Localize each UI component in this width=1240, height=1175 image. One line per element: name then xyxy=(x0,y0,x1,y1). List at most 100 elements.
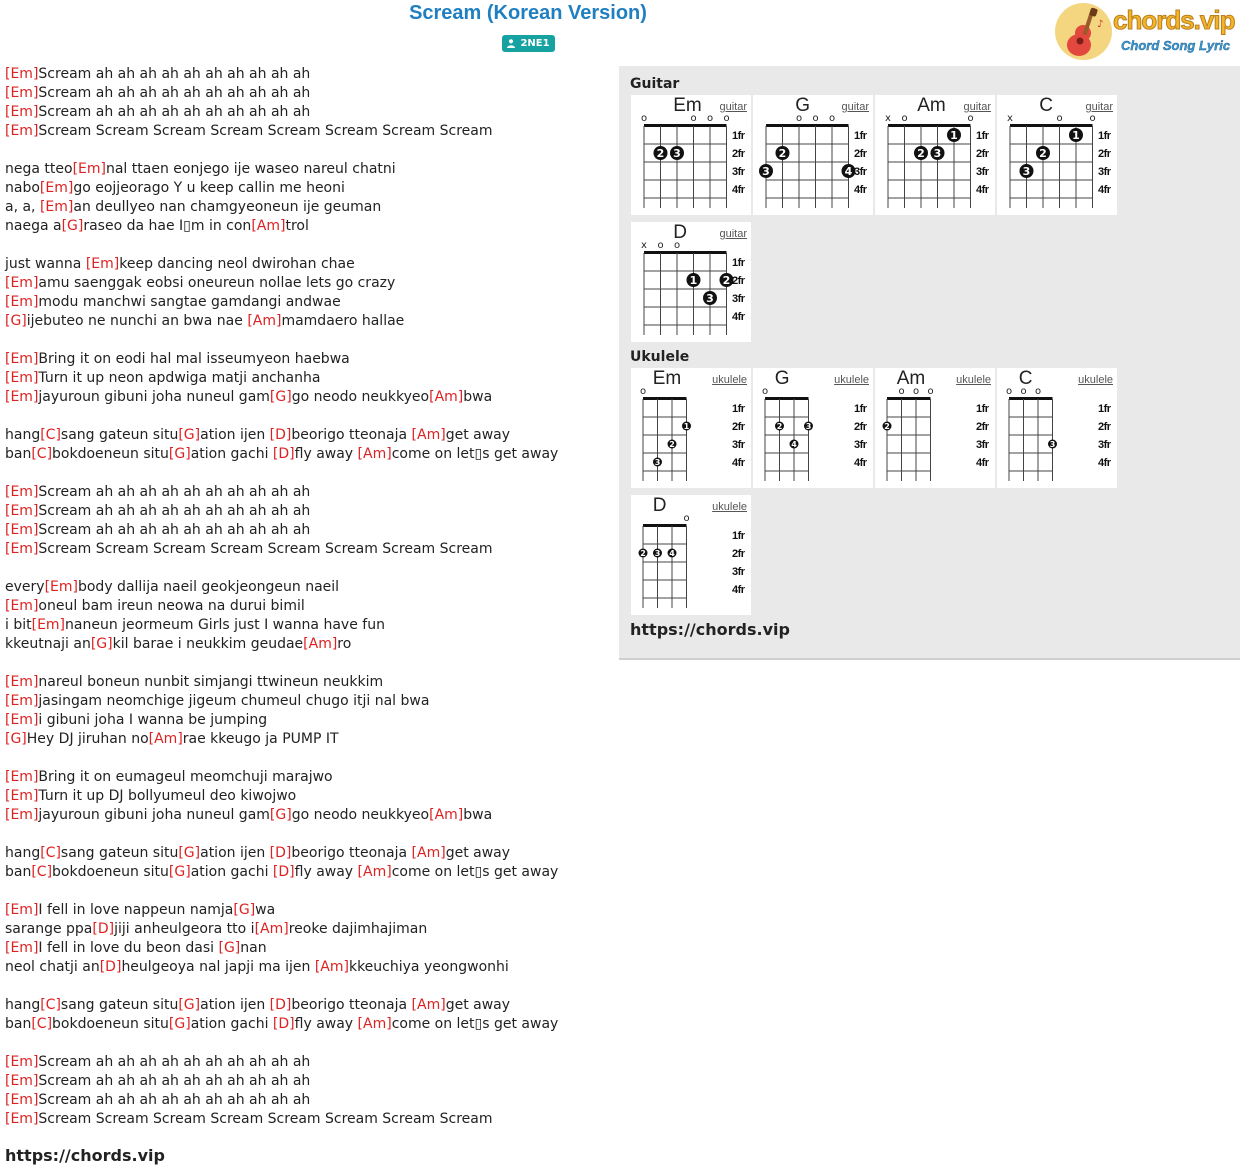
chord-c[interactable]: [C] xyxy=(40,845,61,861)
instrument-link[interactable]: guitar xyxy=(719,228,747,240)
chord-em[interactable]: [Em] xyxy=(40,199,73,215)
chord-g[interactable]: [G] xyxy=(233,902,255,918)
chord-d[interactable]: [D] xyxy=(270,997,292,1013)
chord-d[interactable]: [D] xyxy=(273,1016,295,1032)
chord-em[interactable]: [Em] xyxy=(5,104,38,120)
chord-em[interactable]: [Em] xyxy=(5,389,38,405)
panel-url[interactable]: https://chords.vip xyxy=(630,620,790,639)
chord-g[interactable]: [G] xyxy=(62,218,84,234)
chord-am[interactable]: [Am] xyxy=(429,807,463,823)
chord-g[interactable]: [G] xyxy=(270,389,292,405)
chord-em[interactable]: [Em] xyxy=(40,180,73,196)
chord-d[interactable]: [D] xyxy=(273,864,295,880)
chord-am[interactable]: [Am] xyxy=(149,731,183,747)
chord-em[interactable]: [Em] xyxy=(5,351,38,367)
ukulele-chord-g[interactable]: o 2 4 3 1fr 2fr 3fr 4fr Gukulele xyxy=(753,368,873,488)
instrument-link[interactable]: ukulele xyxy=(834,374,869,386)
chord-em[interactable]: [Em] xyxy=(45,579,78,595)
chord-am[interactable]: [Am] xyxy=(429,389,463,405)
lyric-line: hang[C]sang gateun situ[G]ation ijen [D]… xyxy=(5,844,605,863)
chord-em[interactable]: [Em] xyxy=(86,256,119,272)
chord-em[interactable]: [Em] xyxy=(5,66,38,82)
instrument-link[interactable]: guitar xyxy=(841,101,869,113)
guitar-chord-c[interactable]: x o o 3 2 1 1fr 2fr 3fr 4fr Cguitar xyxy=(997,95,1117,215)
chord-c[interactable]: [C] xyxy=(40,427,61,443)
chord-em[interactable]: [Em] xyxy=(5,807,38,823)
chord-em[interactable]: [Em] xyxy=(5,693,38,709)
lyric-text: hang xyxy=(5,845,41,861)
chord-em[interactable]: [Em] xyxy=(5,940,38,956)
chord-em[interactable]: [Em] xyxy=(5,769,38,785)
instrument-link[interactable]: ukulele xyxy=(712,501,747,513)
chord-d[interactable]: [D] xyxy=(100,959,122,975)
instrument-link[interactable]: guitar xyxy=(963,101,991,113)
chord-d[interactable]: [D] xyxy=(92,921,114,937)
chord-am[interactable]: [Am] xyxy=(358,864,392,880)
chord-c[interactable]: [C] xyxy=(31,1016,52,1032)
chord-em[interactable]: [Em] xyxy=(5,370,38,386)
ukulele-chord-d[interactable]: o 2 3 4 1fr 2fr 3fr 4fr Dukulele xyxy=(631,495,751,615)
instrument-link[interactable]: ukulele xyxy=(956,374,991,386)
chord-em[interactable]: [Em] xyxy=(5,902,38,918)
chord-em[interactable]: [Em] xyxy=(5,484,38,500)
chord-g[interactable]: [G] xyxy=(169,1016,191,1032)
chord-em[interactable]: [Em] xyxy=(5,788,38,804)
chord-am[interactable]: [Am] xyxy=(412,997,446,1013)
chord-em[interactable]: [Em] xyxy=(5,541,38,557)
chord-g[interactable]: [G] xyxy=(5,731,27,747)
chord-am[interactable]: [Am] xyxy=(303,636,337,652)
ukulele-chord-am[interactable]: o o o 2 1fr 2fr 3fr 4fr Am ukulele xyxy=(875,368,995,488)
chord-g[interactable]: [G] xyxy=(91,636,113,652)
chord-am[interactable]: [Am] xyxy=(412,845,446,861)
chord-g[interactable]: [G] xyxy=(178,845,200,861)
chord-am[interactable]: [Am] xyxy=(247,313,281,329)
instrument-link[interactable]: guitar xyxy=(1085,101,1113,113)
instrument-link[interactable]: ukulele xyxy=(712,374,747,386)
chord-g[interactable]: [G] xyxy=(270,807,292,823)
chord-d[interactable]: [D] xyxy=(270,427,292,443)
chord-em[interactable]: [Em] xyxy=(5,674,38,690)
chord-g[interactable]: [G] xyxy=(169,864,191,880)
chord-c[interactable]: [C] xyxy=(40,997,61,1013)
guitar-chord-g[interactable]: o o o 3 2 4 1fr 2fr 3fr 4fr Gguitar xyxy=(753,95,873,215)
chord-em[interactable]: [Em] xyxy=(5,275,38,291)
chord-em[interactable]: [Em] xyxy=(5,1054,38,1070)
chord-em[interactable]: [Em] xyxy=(32,617,65,633)
chord-am[interactable]: [Am] xyxy=(412,427,446,443)
chord-am[interactable]: [Am] xyxy=(315,959,349,975)
chord-g[interactable]: [G] xyxy=(219,940,241,956)
chord-em[interactable]: [Em] xyxy=(5,294,38,310)
chord-am[interactable]: [Am] xyxy=(251,218,285,234)
chord-c[interactable]: [C] xyxy=(31,446,52,462)
chord-g[interactable]: [G] xyxy=(5,313,27,329)
chord-em[interactable]: [Em] xyxy=(5,1073,38,1089)
chord-em[interactable]: [Em] xyxy=(5,123,38,139)
footer-url[interactable]: https://chords.vip xyxy=(5,1146,165,1165)
chord-em[interactable]: [Em] xyxy=(5,503,38,519)
chord-em[interactable]: [Em] xyxy=(73,161,106,177)
chord-em[interactable]: [Em] xyxy=(5,598,38,614)
chord-g[interactable]: [G] xyxy=(178,997,200,1013)
chord-em[interactable]: [Em] xyxy=(5,1111,38,1127)
chord-d[interactable]: [D] xyxy=(273,446,295,462)
chord-am[interactable]: [Am] xyxy=(255,921,289,937)
chord-g[interactable]: [G] xyxy=(169,446,191,462)
ukulele-chord-c[interactable]: o o o 3 1fr 2fr 3fr 4fr Cukulele xyxy=(997,368,1117,488)
chord-am[interactable]: [Am] xyxy=(358,446,392,462)
site-logo[interactable]: ♪ chords.vip Chord Song Lyric xyxy=(1055,3,1236,63)
chord-em[interactable]: [Em] xyxy=(5,712,38,728)
chord-em[interactable]: [Em] xyxy=(5,85,38,101)
guitar-chord-em[interactable]: o o o o 2 3 1fr 2fr 3fr 4fr Em guitar xyxy=(631,95,751,215)
chord-g[interactable]: [G] xyxy=(178,427,200,443)
guitar-chord-d[interactable]: x o o 1 3 2 1fr 2fr 3fr 4fr Dguitar xyxy=(631,222,751,342)
chord-d[interactable]: [D] xyxy=(270,845,292,861)
ukulele-chord-em[interactable]: o 3 2 1 1fr 2fr 3fr 4fr Em ukulele xyxy=(631,368,751,488)
chord-em[interactable]: [Em] xyxy=(5,1092,38,1108)
artist-badge[interactable]: 2NE1 xyxy=(502,35,555,52)
guitar-chord-am[interactable]: x o o 2 3 1 1fr 2fr 3fr 4fr Am guitar xyxy=(875,95,995,215)
instrument-link[interactable]: ukulele xyxy=(1078,374,1113,386)
chord-am[interactable]: [Am] xyxy=(358,1016,392,1032)
chord-c[interactable]: [C] xyxy=(31,864,52,880)
instrument-link[interactable]: guitar xyxy=(719,101,747,113)
chord-em[interactable]: [Em] xyxy=(5,522,38,538)
